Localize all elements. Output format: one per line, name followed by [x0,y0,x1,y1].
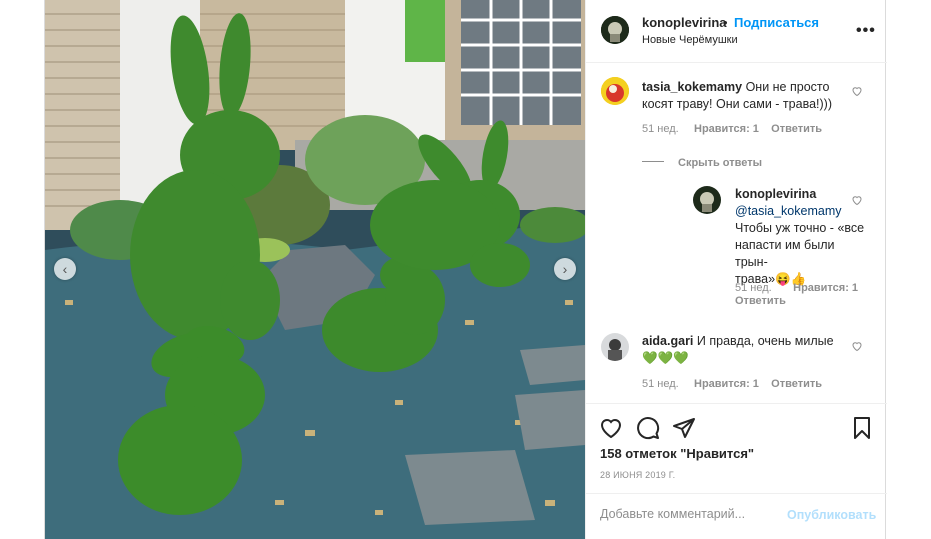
commenter-avatar[interactable] [601,77,629,105]
like-reply-heart-icon[interactable] [851,194,863,206]
hide-replies-label: Скрыть ответы [678,157,762,169]
author-avatar[interactable] [601,16,629,44]
post-location[interactable]: Новые Черёмушки [642,34,738,46]
chevron-right-icon: › [562,261,568,277]
reply-likes[interactable]: Нравится: 1 [793,282,858,294]
comment-reply-button[interactable]: Ответить [771,378,822,390]
header-separator: • [723,15,728,30]
like-comment-heart-icon[interactable] [851,340,863,352]
comment-bubble-icon[interactable] [636,416,660,440]
reply-text-line: напасти им были трын- [735,238,835,269]
reply-author-avatar-image [693,186,721,214]
post-photo[interactable]: ‹ › [45,0,585,539]
comment-reply-button[interactable]: Ответить [771,123,822,135]
reply-reply-row: Ответить [735,295,786,307]
share-paper-plane-icon[interactable] [672,416,696,440]
reply-username[interactable]: konoplevirina [735,187,816,201]
post-header: konoplevirina • Подписаться Новые Черёму… [586,0,887,63]
comment-text-block: tasia_kokemamy Они не просто косят траву… [642,79,842,113]
author-username[interactable]: konoplevirina [642,15,727,30]
reply-author-avatar[interactable] [693,186,721,214]
comment-time[interactable]: 51 нед. [642,378,679,390]
more-options-icon[interactable]: ••• [856,22,876,40]
comment-text: И правда, очень милые [696,334,834,348]
like-heart-icon[interactable] [599,416,623,440]
save-bookmark-icon[interactable] [850,416,874,440]
instagram-post: ‹ › konoplevirina • Подписаться Новые Че… [44,0,887,539]
previous-photo-button[interactable]: ‹ [54,258,76,280]
post-sidebar: konoplevirina • Подписаться Новые Черёму… [585,0,887,539]
comment-likes[interactable]: Нравится: 1 [694,123,759,135]
likes-count[interactable]: 158 отметок "Нравится" [600,446,754,461]
commenter-avatar[interactable] [601,333,629,361]
reply-text-line: Чтобы уж точно - «все [735,221,865,235]
replies-divider [642,161,664,163]
comment-meta: 51 нед. Нравится: 1 Ответить [642,378,822,390]
hide-replies-toggle[interactable]: Скрыть ответы [642,153,762,171]
comment-input[interactable] [600,507,780,521]
reply-reply-button[interactable]: Ответить [735,295,786,307]
like-comment-heart-icon[interactable] [851,85,863,97]
reply-meta: 51 нед. Нравится: 1 [735,282,858,294]
next-photo-button[interactable]: › [554,258,576,280]
reply-text: Чтобы уж точно - «все напасти им были тр… [735,220,865,288]
add-comment-bar: Опубликовать [586,493,887,539]
comment-text-block: aida.gari И правда, очень милые 💚💚💚 [642,333,842,367]
post-date[interactable]: 28 ИЮНЯ 2019 Г. [600,470,675,480]
commenter-avatar-image [601,333,629,361]
commenter-avatar-image [601,77,629,105]
comment-time[interactable]: 51 нед. [642,123,679,135]
comment-hearts: 💚💚💚 [642,351,689,365]
chevron-left-icon: ‹ [62,261,68,277]
comment-username[interactable]: tasia_kokemamy [642,80,742,94]
follow-button[interactable]: Подписаться [734,15,819,30]
post-comment-button[interactable]: Опубликовать [787,508,876,522]
reply-time[interactable]: 51 нед. [735,282,772,294]
comment-likes[interactable]: Нравится: 1 [694,378,759,390]
comment-username[interactable]: aida.gari [642,334,693,348]
comments-list[interactable]: tasia_kokemamy Они не просто косят траву… [586,63,887,403]
post-actions: 158 отметок "Нравится" 28 ИЮНЯ 2019 Г. [586,403,887,493]
topiary-rabbits-image [45,0,585,539]
reply-mention[interactable]: @tasia_kokemamy [735,204,841,218]
comment-meta: 51 нед. Нравится: 1 Ответить [642,123,822,135]
author-avatar-image [601,16,629,44]
